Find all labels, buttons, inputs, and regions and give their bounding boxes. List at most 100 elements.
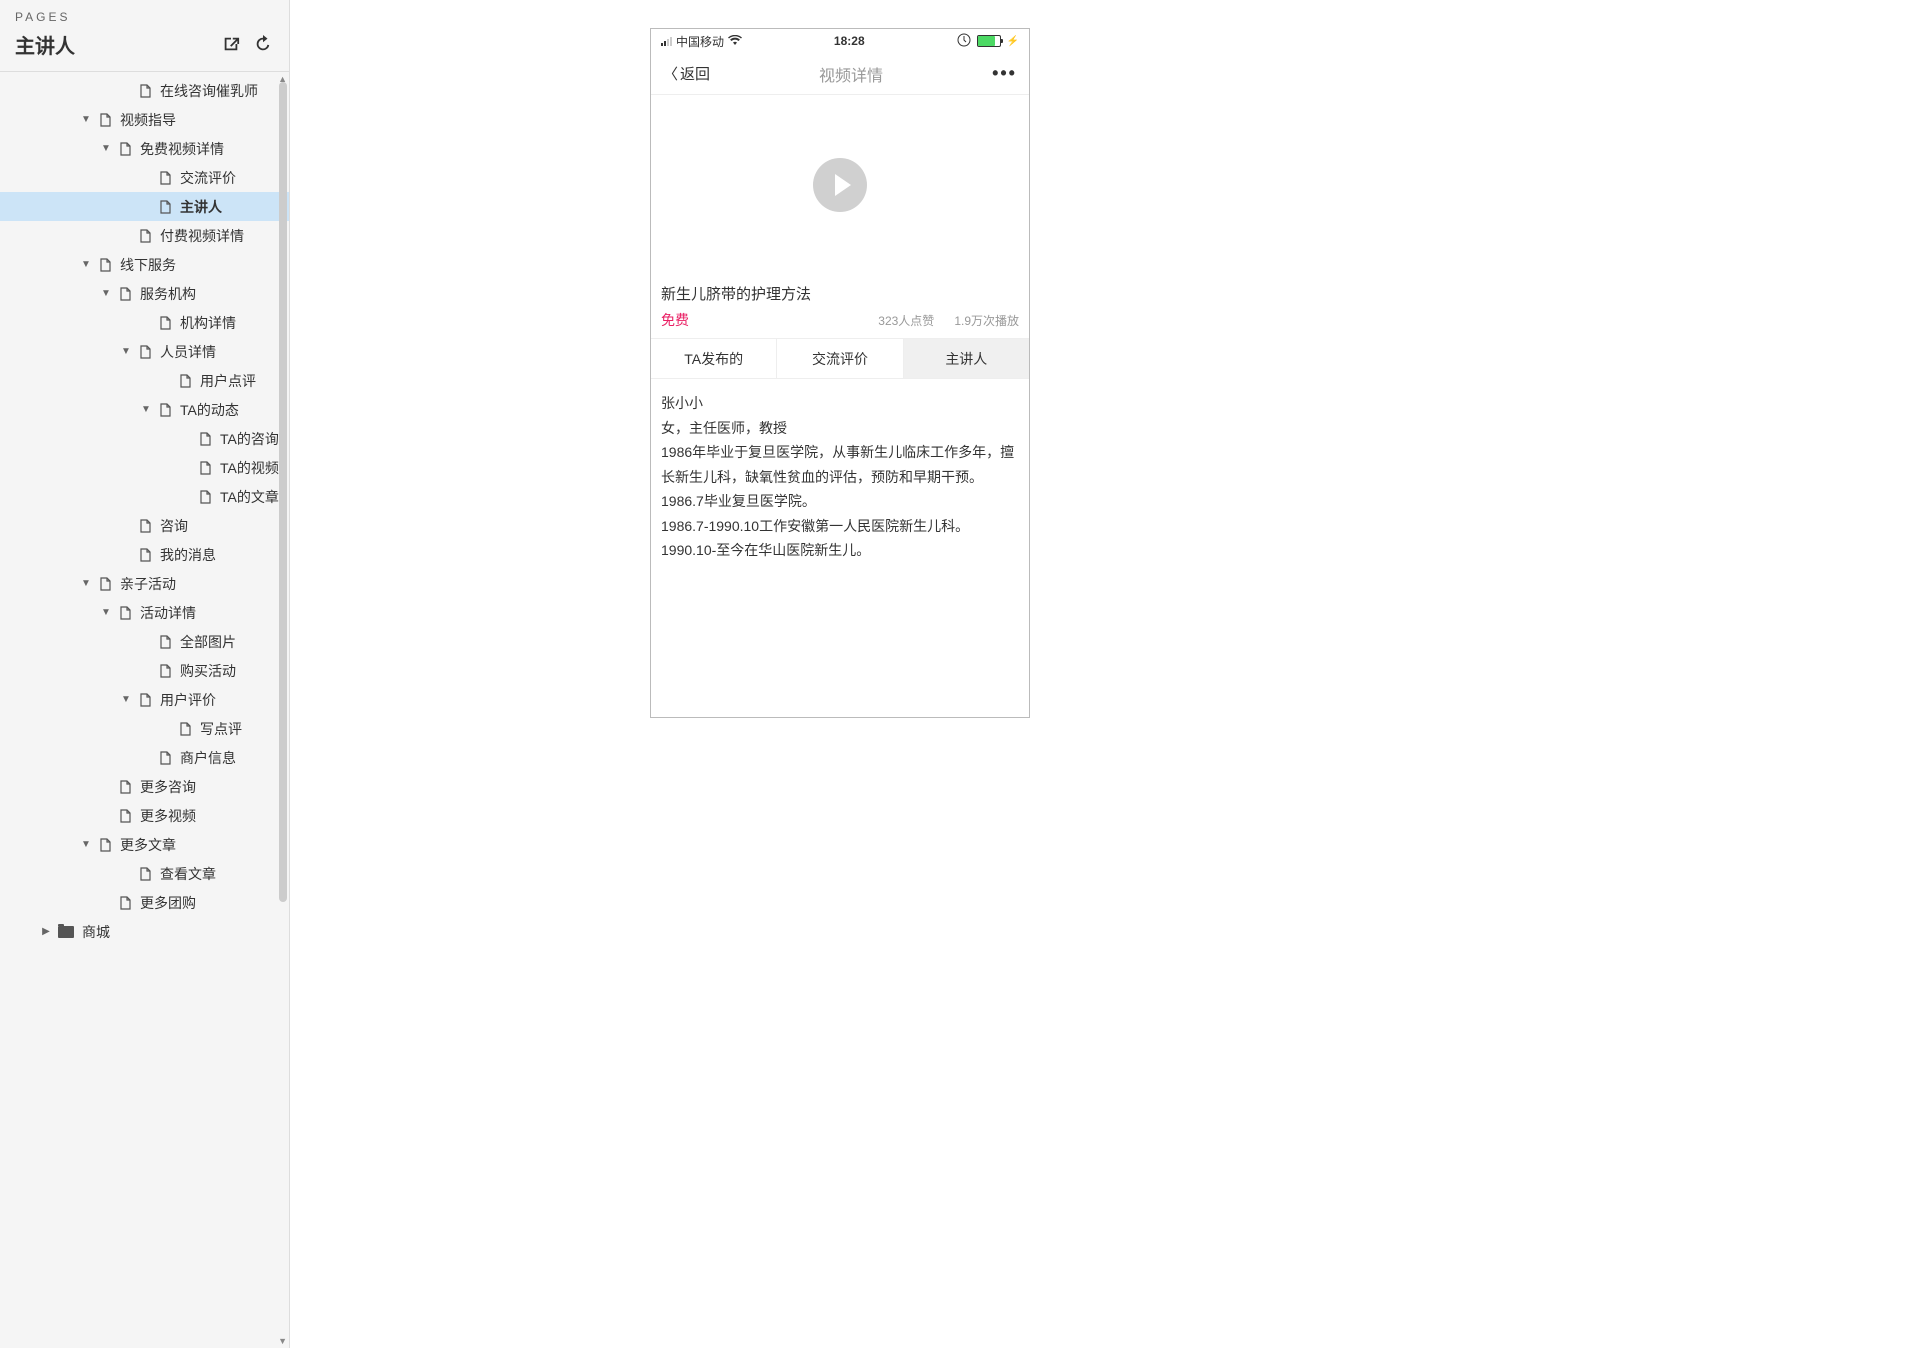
tree-item-label: 机构详情	[180, 313, 289, 333]
tree-item[interactable]: ▼ 用户评价	[0, 685, 289, 714]
collapse-icon[interactable]: ▼	[100, 607, 112, 618]
presenter-content: 张小小 女，主任医师，教授 1986年毕业于复旦医学院，从事新生儿临床工作多年，…	[651, 379, 1029, 575]
page-title: 主讲人	[15, 30, 75, 59]
page-icon	[118, 896, 132, 910]
tree-item[interactable]: ▼ 人员详情	[0, 337, 289, 366]
collapse-icon[interactable]: ▼	[120, 694, 132, 705]
video-info: 新生儿脐带的护理方法 免费 323人点赞 1.9万次播放	[651, 275, 1029, 339]
tree-item-label: 线下服务	[120, 255, 289, 275]
scrollbar-thumb[interactable]	[279, 82, 287, 902]
tab[interactable]: 主讲人	[904, 339, 1029, 378]
signal-icon	[661, 36, 672, 46]
tree-item-label: 人员详情	[160, 342, 289, 362]
page-icon	[138, 548, 152, 562]
tree-item[interactable]: 全部图片	[0, 627, 289, 656]
tree-item-label: 更多团购	[140, 893, 289, 913]
likes-count: 323人点赞	[878, 312, 934, 329]
tab[interactable]: 交流评价	[777, 339, 903, 378]
collapse-icon[interactable]: ▼	[140, 404, 152, 415]
tree-item-label: 视频指导	[120, 110, 289, 130]
sidebar-header: PAGES 主讲人	[0, 0, 289, 72]
page-icon	[138, 867, 152, 881]
chevron-left-icon: 〈	[663, 63, 678, 84]
tree-item[interactable]: ▶商城	[0, 917, 289, 946]
collapse-icon[interactable]: ▼	[80, 114, 92, 125]
phone-mockup: 中国移动 18:28 ⚡ 〈 返回 视频详情 •••	[650, 28, 1030, 718]
sidebar: PAGES 主讲人 ▲ ▼ 在线咨询催乳师▼视频指导▼免费视频详情交流评价主讲人…	[0, 0, 290, 1348]
tree-item[interactable]: 更多团购	[0, 888, 289, 917]
scrollbar[interactable]	[279, 74, 287, 1324]
tree-item[interactable]: ▼ TA的动态	[0, 395, 289, 424]
tree-item[interactable]: TA的视频	[0, 453, 289, 482]
tree-item-label: 用户评价	[160, 690, 289, 710]
page-tree: ▲ ▼ 在线咨询催乳师▼视频指导▼免费视频详情交流评价主讲人付费视频详情▼线下服…	[0, 72, 289, 1348]
page-icon	[138, 84, 152, 98]
page-icon	[118, 606, 132, 620]
tree-item[interactable]: TA的文章	[0, 482, 289, 511]
tree-item[interactable]: 写点评	[0, 714, 289, 743]
status-time: 18:28	[834, 34, 865, 48]
tree-item[interactable]: ▼更多文章	[0, 830, 289, 859]
back-button[interactable]: 〈 返回	[663, 63, 710, 84]
tree-item[interactable]: TA的咨询	[0, 424, 289, 453]
collapse-icon[interactable]: ▼	[80, 578, 92, 589]
collapse-icon[interactable]: ▼	[120, 346, 132, 357]
page-icon	[98, 113, 112, 127]
page-icon	[98, 577, 112, 591]
tree-item[interactable]: 咨询	[0, 511, 289, 540]
page-icon	[198, 432, 212, 446]
page-icon	[178, 374, 192, 388]
tree-item-label: 服务机构	[140, 284, 289, 304]
tree-item[interactable]: ▼亲子活动	[0, 569, 289, 598]
tree-item-label: 商户信息	[180, 748, 289, 768]
page-icon	[138, 345, 152, 359]
collapse-icon[interactable]: ▼	[80, 839, 92, 850]
more-button[interactable]: •••	[992, 63, 1017, 84]
tree-item[interactable]: ▼ 免费视频详情	[0, 134, 289, 163]
share-icon[interactable]	[222, 35, 242, 55]
tree-item[interactable]: ▼ 视频指导	[0, 105, 289, 134]
tree-item[interactable]: 主讲人	[0, 192, 289, 221]
scroll-down-arrow[interactable]: ▼	[278, 1336, 287, 1346]
tree-item-label: 更多视频	[140, 806, 289, 826]
page-icon	[158, 316, 172, 330]
collapse-icon[interactable]: ▼	[80, 259, 92, 270]
tree-item-label: 免费视频详情	[140, 139, 289, 159]
tree-item-label: 活动详情	[140, 603, 289, 623]
collapse-icon[interactable]: ▼	[100, 143, 112, 154]
page-icon	[98, 838, 112, 852]
tree-item[interactable]: 商户信息	[0, 743, 289, 772]
tree-item[interactable]: ▼ 线下服务	[0, 250, 289, 279]
tree-item[interactable]: 我的消息	[0, 540, 289, 569]
tree-item[interactable]: 交流评价	[0, 163, 289, 192]
orientation-icon	[957, 33, 971, 50]
free-badge: 免费	[661, 310, 689, 330]
tree-item[interactable]: 付费视频详情	[0, 221, 289, 250]
tree-item[interactable]: 查看文章	[0, 859, 289, 888]
nav-bar: 〈 返回 视频详情 •••	[651, 53, 1029, 95]
expand-icon[interactable]: ▶	[40, 926, 52, 937]
tree-item-label: TA的动态	[180, 400, 289, 420]
tree-item-label: 付费视频详情	[160, 226, 289, 246]
tree-item[interactable]: 购买活动	[0, 656, 289, 685]
tree-item-label: 在线咨询催乳师	[160, 81, 289, 101]
presenter-line: 1986.7毕业复旦医学院。	[661, 489, 1019, 514]
tree-item[interactable]: ▼ 服务机构	[0, 279, 289, 308]
tree-item-label: 主讲人	[180, 197, 289, 217]
tree-item-label: 用户点评	[200, 371, 289, 391]
tree-item[interactable]: 更多咨询	[0, 772, 289, 801]
collapse-icon[interactable]: ▼	[100, 288, 112, 299]
plays-count: 1.9万次播放	[954, 312, 1019, 329]
tree-item[interactable]: 在线咨询催乳师	[0, 76, 289, 105]
tree-item[interactable]: 更多视频	[0, 801, 289, 830]
page-icon	[158, 200, 172, 214]
tab[interactable]: TA发布的	[651, 339, 777, 378]
refresh-icon[interactable]	[254, 35, 274, 55]
page-icon	[138, 519, 152, 533]
tree-item[interactable]: 机构详情	[0, 308, 289, 337]
tree-item[interactable]: 用户点评	[0, 366, 289, 395]
tree-item[interactable]: ▼ 活动详情	[0, 598, 289, 627]
video-player[interactable]	[651, 95, 1029, 275]
presenter-line: 女，主任医师，教授	[661, 416, 1019, 441]
presenter-line: 1990.10-至今在华山医院新生儿。	[661, 538, 1019, 563]
